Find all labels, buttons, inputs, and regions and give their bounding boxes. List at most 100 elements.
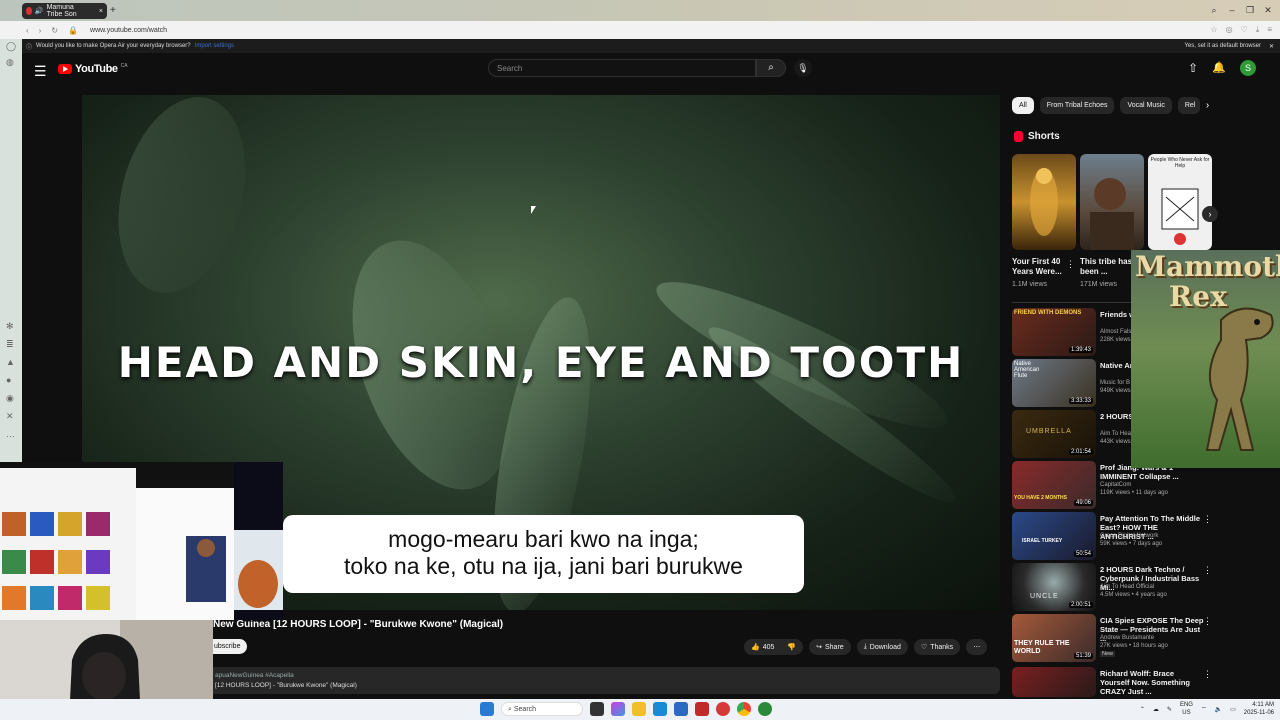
download-icon[interactable]: ⤓ (1256, 25, 1260, 35)
bookmark-icon[interactable]: ☆ (1210, 25, 1217, 35)
browser-tab[interactable]: 🔊 Mamuna Tribe Son × (22, 3, 107, 19)
more-vert-icon[interactable]: ⋮ (1203, 669, 1212, 680)
subtitle-line: mogo-mearu bari kwo na inga; (388, 526, 699, 552)
rec-item[interactable]: ISRAEL TURKEY 50:54 Pay Attention To The… (1012, 512, 1212, 560)
snowflake-icon[interactable]: ✻ (6, 321, 14, 332)
close-infobar-icon[interactable]: ✕ (1269, 43, 1274, 50)
language-indicator[interactable]: ENG US (1180, 701, 1193, 717)
close-window-icon[interactable]: ✕ (1262, 4, 1274, 16)
list-icon[interactable]: ≣ (6, 339, 14, 350)
camera-icon[interactable]: ◎ (1226, 25, 1233, 35)
app-green-icon[interactable] (758, 702, 772, 716)
chevron-up-icon[interactable]: ⌃ (1140, 706, 1145, 713)
new-badge: New (1100, 651, 1116, 657)
subtitle-box: mogo-mearu bari kwo na inga; toko na ke,… (283, 515, 804, 593)
volume-icon[interactable]: 🔈 (1215, 706, 1222, 713)
thumbs-down-icon[interactable]: 👎 (787, 643, 796, 651)
more-vert-icon[interactable]: ⋮ (1203, 565, 1212, 576)
chrome-icon[interactable] (737, 702, 751, 716)
like-button[interactable]: 👍 405 👎 (744, 639, 804, 655)
short-title[interactable]: This tribe has been ... (1080, 257, 1136, 277)
chip-all[interactable]: All (1012, 97, 1034, 114)
upload-icon[interactable]: ⇧ (1188, 61, 1198, 75)
download-arrow-icon: ⤓ (863, 643, 867, 650)
clock[interactable]: 4:11 AM 2025-11-06 (1244, 701, 1274, 717)
notifications-bell-icon[interactable]: 🔔 (1212, 61, 1226, 74)
chevron-right-icon[interactable]: › (1206, 100, 1209, 111)
more-icon[interactable]: … (6, 429, 15, 439)
rec-thumbnail: THEY RULE THE WORLD 51:39 (1012, 614, 1096, 662)
reload-icon[interactable]: ↻ (51, 26, 58, 35)
taskbar-search-label: Search (513, 706, 537, 713)
more-vert-icon[interactable]: ⋮ (1203, 514, 1212, 525)
voice-search-button[interactable]: 🎙 (794, 59, 812, 77)
taskbar-search[interactable]: ⌕ Search (501, 702, 583, 716)
hamburger-menu-icon[interactable]: ☰ (34, 63, 47, 80)
short-title[interactable]: Your First 40 Years Were... (1012, 257, 1068, 277)
chip-vocal[interactable]: Vocal Music (1120, 97, 1172, 114)
windows-start-icon[interactable] (480, 702, 494, 716)
opera-taskbar-icon[interactable] (716, 702, 730, 716)
chip-rel[interactable]: Rel (1177, 97, 1200, 114)
new-tab-icon[interactable]: + (110, 5, 116, 16)
rec-item[interactable]: THEY RULE THE WORLD 51:39 CIA Spies EXPO… (1012, 614, 1212, 662)
avatar[interactable]: S (1240, 60, 1256, 76)
webcam-feed-image (0, 620, 213, 700)
share-icon: ↪ (816, 644, 822, 651)
file-explorer-icon[interactable] (632, 702, 646, 716)
search-input[interactable]: Search (488, 59, 756, 77)
app-icon[interactable] (695, 702, 709, 716)
rec-item[interactable]: UNCLE 2:00:51 2 HOURS Dark Techno / Cybe… (1012, 563, 1212, 611)
whatsapp-icon[interactable]: ◉ (6, 393, 14, 404)
import-settings-link[interactable]: Import settings (195, 43, 234, 49)
rec-duration: 1:39:43 (1068, 347, 1093, 353)
pen-icon[interactable]: ✎ (1167, 706, 1172, 713)
thanks-button[interactable]: ♡ Thanks (913, 639, 961, 655)
youtube-logo[interactable]: YouTube CA (58, 63, 128, 75)
search-button[interactable]: ⌕ (756, 59, 786, 77)
description-box[interactable]: apuaNewGuinea #Acapella [12 HOURS LOOP] … (213, 667, 1000, 694)
messenger-icon[interactable]: ● (6, 375, 11, 385)
minimize-icon[interactable]: – (1226, 4, 1238, 16)
edge-icon[interactable] (653, 702, 667, 716)
subscribe-button[interactable]: ubscribe (213, 639, 247, 654)
rec-duration: 49:06 (1073, 500, 1093, 506)
rec-item[interactable]: YOU HAVE 2 MONTHS 49:06 Prof Jiang: Wars… (1012, 461, 1212, 509)
rec-channel: CapitalCom (1100, 482, 1132, 488)
close-tab-icon[interactable]: × (99, 8, 103, 15)
download-button[interactable]: ⤓ Download (856, 639, 908, 655)
battery-icon[interactable]: ▭ (1230, 706, 1236, 713)
set-default-button[interactable]: Yes, set it as default browser (1184, 43, 1261, 50)
copilot-icon[interactable] (611, 702, 625, 716)
restore-icon[interactable]: ❐ (1244, 4, 1256, 16)
shorts-next-button[interactable]: › (1202, 206, 1218, 222)
more-actions-button[interactable]: ⋯ (966, 639, 988, 655)
search-tabs-icon[interactable]: ⌕ (1208, 4, 1220, 16)
rec-duration: 51:39 (1073, 653, 1093, 659)
wifi-icon[interactable]: ⌔ (1201, 705, 1207, 713)
task-view-icon[interactable] (590, 702, 604, 716)
store-icon[interactable] (674, 702, 688, 716)
more-horizontal-icon: ⋯ (973, 644, 981, 651)
share-button[interactable]: ↪ Share (809, 639, 851, 655)
x-icon[interactable]: ✕ (6, 411, 14, 422)
opera-icon[interactable]: ◯ (6, 41, 16, 52)
aria-icon[interactable]: ◍ (6, 57, 14, 68)
url-field[interactable]: www.youtube.com/watch (90, 27, 167, 34)
short-thumbnail[interactable] (1012, 154, 1076, 250)
back-icon[interactable]: ‹ (26, 26, 29, 35)
short-more-icon[interactable]: ⋮ (1066, 259, 1075, 270)
rec-meta: 443K views (1100, 439, 1131, 445)
info-icon: ⓘ (26, 44, 33, 51)
rec-item[interactable]: Richard Wolff: Brace Yourself Now. Somet… (1012, 667, 1212, 697)
heart-icon[interactable]: ♡ (1241, 25, 1248, 35)
forward-icon[interactable]: › (39, 26, 42, 35)
window-controls: ⌕ – ❐ ✕ (1208, 4, 1274, 16)
more-vert-icon[interactable]: ⋮ (1203, 616, 1212, 627)
menu-icon[interactable]: ≡ (1267, 25, 1272, 35)
short-thumbnail[interactable] (1080, 154, 1144, 250)
bookmark-side-icon[interactable]: ▲ (6, 357, 15, 367)
chip-tribal[interactable]: From Tribal Echoes (1039, 97, 1115, 114)
short-thumbnail[interactable]: People Who Never Ask for Help (1148, 154, 1212, 250)
cloud-icon[interactable]: ☁ (1153, 706, 1159, 713)
